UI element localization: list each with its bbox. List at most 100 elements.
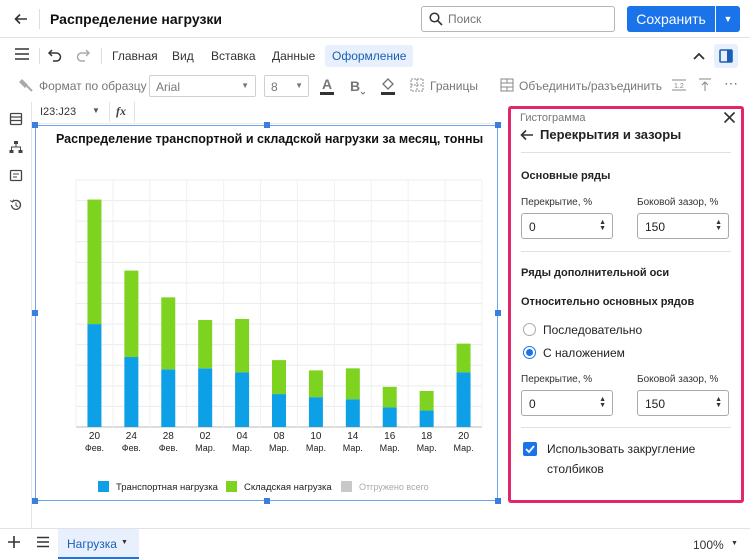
stepper-arrows-icon[interactable]: ▲ ▼ [715, 219, 722, 232]
secondary-series-heading: Ряды дополнительной оси [521, 267, 670, 279]
borders-button[interactable]: Границы [430, 79, 478, 93]
chart-container[interactable]: Распределение транспортной и складской н… [32, 122, 501, 504]
chevron-down-icon: ▼ [241, 81, 249, 90]
font-size-select[interactable]: 8 ▼ [264, 75, 309, 97]
tab-data[interactable]: Данные [265, 45, 322, 67]
main-overlap-label: Перекрытие, % [521, 197, 593, 208]
merge-cells-button[interactable]: Объединить/разъединить [519, 79, 662, 93]
rounding-label-line2[interactable]: столбиков [547, 462, 604, 476]
secondary-overlap-value: 0 [529, 397, 536, 411]
secondary-gap-input[interactable]: 150 ▲ ▼ [637, 390, 729, 416]
bar-warehouse [345, 368, 360, 400]
formula-bar: I23:J23 ▼ fx [32, 102, 502, 124]
save-dropdown-chevron-icon[interactable]: ▼ [716, 6, 740, 32]
x-tick-label: 16 [384, 431, 396, 442]
save-button[interactable]: Сохранить [627, 6, 715, 32]
x-tick-label: 18 [421, 431, 433, 442]
comments-icon[interactable] [9, 169, 23, 186]
bar-warehouse [124, 270, 139, 358]
chevron-down-icon[interactable]: ▼ [731, 540, 738, 547]
x-tick-label: Фев. [159, 443, 178, 453]
bar-warehouse [161, 297, 176, 370]
stepper-arrows-icon[interactable]: ▲ ▼ [599, 396, 606, 409]
back-arrow-icon[interactable] [520, 128, 534, 145]
legend-swatch [98, 481, 109, 492]
radio-overlay[interactable] [523, 346, 536, 359]
search-box[interactable] [421, 6, 615, 32]
tab-view[interactable]: Вид [165, 45, 201, 67]
cell-reference[interactable]: I23:J23 [40, 106, 76, 118]
bar-transport [235, 372, 250, 427]
radio-sequential[interactable] [523, 323, 536, 336]
main-overlap-value: 0 [529, 220, 536, 234]
x-tick-label: Фев. [85, 443, 104, 453]
title-bar: Распределение нагрузки Сохранить ▼ [0, 0, 750, 38]
main-overlap-input[interactable]: 0 ▲ ▼ [521, 213, 613, 239]
text-align-top-icon[interactable] [698, 78, 712, 95]
back-arrow-icon[interactable] [8, 7, 34, 31]
undo-icon[interactable] [47, 48, 62, 65]
stepper-arrows-icon[interactable]: ▲ ▼ [599, 219, 606, 232]
rounding-label-line1[interactable]: Использовать закругление [547, 442, 695, 456]
secondary-overlap-input[interactable]: 0 ▲ ▼ [521, 390, 613, 416]
add-sheet-plus-icon[interactable] [7, 535, 21, 552]
font-color-icon[interactable]: A [318, 75, 336, 97]
bar-transport [124, 357, 139, 427]
history-icon[interactable] [9, 198, 23, 215]
format-painter-button[interactable]: Формат по образцу [39, 79, 147, 93]
side-panel-toggle-icon[interactable] [714, 44, 738, 68]
legend-label: Транспортная нагрузка [116, 482, 219, 493]
hamburger-menu-icon[interactable] [14, 47, 30, 64]
chevron-down-icon[interactable]: ▼ [92, 106, 100, 115]
redo-icon[interactable] [76, 48, 91, 65]
sheet-tab-load[interactable]: Нагрузка ▼ [58, 529, 139, 559]
x-tick-label: Мар. [380, 443, 400, 453]
bar-warehouse [198, 319, 213, 369]
bar-transport [345, 399, 360, 427]
x-tick-label: Фев. [122, 443, 141, 453]
radio-overlay-label[interactable]: С наложением [543, 346, 625, 360]
search-input[interactable] [448, 10, 608, 28]
font-family-select[interactable]: Arial ▼ [149, 75, 256, 97]
bar-warehouse [308, 370, 323, 398]
bold-icon[interactable]: B [347, 75, 366, 97]
chart-type-label: Гистограмма [520, 112, 586, 124]
fill-color-icon[interactable] [378, 75, 398, 97]
x-tick-label: Мар. [306, 443, 326, 453]
hierarchy-icon[interactable] [9, 140, 23, 157]
main-gap-value: 150 [645, 220, 666, 234]
divider [101, 48, 102, 64]
font-family-value: Arial [156, 80, 181, 94]
bar-transport [308, 397, 323, 427]
x-tick-label: Мар. [232, 443, 252, 453]
legend-label: Складская нагрузка [244, 482, 332, 493]
close-icon[interactable] [723, 111, 736, 127]
tab-insert[interactable]: Вставка [204, 45, 263, 67]
function-fx-icon[interactable]: fx [116, 104, 126, 119]
merge-cells-icon[interactable] [500, 78, 514, 95]
borders-icon[interactable] [410, 78, 424, 95]
more-options-icon[interactable]: ⋯ [724, 75, 738, 92]
sheet-list-menu-icon[interactable] [36, 536, 50, 551]
left-sidebar [0, 102, 32, 528]
legend-label: Отгружено всего [359, 482, 429, 492]
checkmark-icon [525, 445, 535, 454]
x-tick-label: Мар. [417, 443, 437, 453]
tab-design[interactable]: Оформление [325, 45, 414, 67]
chart-title: Распределение транспортной и складской н… [56, 132, 483, 146]
zoom-level[interactable]: 100% [693, 538, 724, 552]
main-gap-input[interactable]: 150 ▲ ▼ [637, 213, 729, 239]
bar-transport [272, 394, 286, 427]
sheets-list-icon[interactable] [9, 112, 23, 129]
svg-text:1.2: 1.2 [674, 83, 684, 90]
radio-sequential-label[interactable]: Последовательно [543, 323, 642, 337]
secondary-gap-value: 150 [645, 397, 666, 411]
stepper-arrows-icon[interactable]: ▲ ▼ [715, 396, 722, 409]
divider [521, 427, 731, 428]
collapse-ribbon-chevron-up-icon[interactable] [689, 46, 709, 69]
tab-home[interactable]: Главная [105, 45, 165, 67]
svg-text:B: B [350, 78, 360, 94]
x-tick-label: 20 [89, 431, 101, 442]
rounding-checkbox[interactable] [523, 442, 537, 456]
number-format-icon[interactable]: 1.2 [671, 78, 687, 95]
